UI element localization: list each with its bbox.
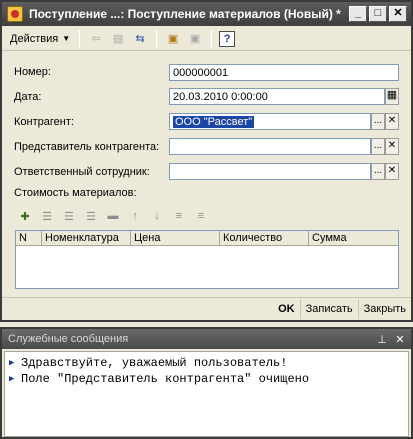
delete-row-icon[interactable]: ☰ <box>82 207 100 225</box>
calendar-icon[interactable] <box>385 88 399 105</box>
minimize-button[interactable]: _ <box>349 6 367 22</box>
toolbar-separator <box>156 29 158 48</box>
message-item[interactable]: ▶ Здравствуйте, уважаемый пользователь! <box>5 355 408 371</box>
responsible-clear-button[interactable]: ✕ <box>385 163 399 180</box>
toolbar-separator <box>211 29 213 48</box>
contractor-field[interactable]: ООО "Рассвет" <box>169 113 371 130</box>
table-toolbar: ✚ ☰ ☰ ☰ ▬ ↑ ↓ ≡ ≡ <box>16 206 214 226</box>
responsible-field[interactable] <box>169 163 371 180</box>
responsible-label: Ответственный сотрудник: <box>14 166 150 178</box>
move-down-icon[interactable]: ↓ <box>148 207 166 225</box>
message-text: Здравствуйте, уважаемый пользователь! <box>21 356 288 370</box>
number-field[interactable]: 000000001 <box>169 64 399 81</box>
move-up-icon[interactable]: ↑ <box>126 207 144 225</box>
materials-label: Стоимость материалов: <box>14 187 137 199</box>
doc-icon[interactable]: ▤ <box>109 30 127 48</box>
messages-list: ▶ Здравствуйте, уважаемый пользователь! … <box>4 351 409 437</box>
pin-icon[interactable]: ⊥ <box>375 333 389 346</box>
date-label: Дата: <box>14 91 42 103</box>
edit-row-icon[interactable]: ☰ <box>60 207 78 225</box>
add-row-icon[interactable]: ✚ <box>16 207 34 225</box>
actions-menu-button[interactable]: Действия ▼ <box>6 31 74 47</box>
contractor-rep-field[interactable] <box>169 138 371 155</box>
column-header[interactable]: Цена <box>131 231 220 245</box>
arrow-right-icon: ▶ <box>9 374 15 384</box>
chevron-down-icon: ▼ <box>62 34 71 43</box>
date-field[interactable]: 20.03.2010 0:00:00 <box>169 88 385 105</box>
document-window: Поступление ...: Поступление материалов … <box>0 0 413 322</box>
table-header: N Номенклатура Цена Количество Сумма <box>16 231 398 246</box>
close-icon[interactable]: ✕ <box>393 333 407 346</box>
close-window-button[interactable]: ✕ <box>389 6 407 22</box>
responsible-choose-button[interactable]: ... <box>371 163 385 180</box>
contractor-rep-choose-button[interactable]: ... <box>371 138 385 155</box>
post-icon[interactable]: ▣ <box>164 30 182 48</box>
column-header[interactable]: Количество <box>220 231 309 245</box>
messages-window: Служебные сообщения ⊥ ✕ ▶ Здравствуйте, … <box>0 327 413 439</box>
toolbar: Действия ▼ ⇦ ▤ ⇆ ▣ ▣ ? <box>2 27 411 51</box>
window-title: Поступление ...: Поступление материалов … <box>29 7 341 21</box>
end-edit-icon[interactable]: ▬ <box>104 207 122 225</box>
help-icon[interactable]: ? <box>219 30 236 47</box>
contractor-rep-clear-button[interactable]: ✕ <box>385 138 399 155</box>
close-button[interactable]: Закрыть <box>357 299 411 319</box>
messages-title: Служебные сообщения <box>8 333 129 345</box>
column-header[interactable]: Номенклатура <box>42 231 131 245</box>
contractor-choose-button[interactable]: ... <box>371 113 385 130</box>
ok-button[interactable]: OK <box>273 299 300 319</box>
column-header[interactable]: N <box>16 231 42 245</box>
sort-asc-icon[interactable]: ≡ <box>170 207 188 225</box>
title-bar[interactable]: Поступление ...: Поступление материалов … <box>2 2 411 26</box>
bottom-bar: OK Записать Закрыть <box>2 297 411 320</box>
actions-label: Действия <box>10 32 59 45</box>
materials-table[interactable]: N Номенклатура Цена Количество Сумма <box>15 230 399 289</box>
message-text: Поле "Представитель контрагента" очищено <box>21 372 310 386</box>
contractor-value: ООО "Рассвет" <box>173 116 255 128</box>
document-icon <box>7 6 23 22</box>
contractor-label: Контрагент: <box>14 116 74 128</box>
message-item[interactable]: ▶ Поле "Представитель контрагента" очище… <box>5 371 408 387</box>
back-icon[interactable]: ⇦ <box>87 30 105 48</box>
toolbar-separator <box>79 29 81 48</box>
swap-icon[interactable]: ⇆ <box>131 30 149 48</box>
arrow-right-icon: ▶ <box>9 358 15 368</box>
contractor-rep-label: Представитель контрагента: <box>14 141 160 153</box>
number-label: Номер: <box>14 66 51 78</box>
save-button[interactable]: Записать <box>299 299 358 319</box>
contractor-clear-button[interactable]: ✕ <box>385 113 399 130</box>
messages-title-bar: Служебные сообщения ⊥ ✕ <box>2 329 411 349</box>
copy-row-icon[interactable]: ☰ <box>38 207 56 225</box>
sort-desc-icon[interactable]: ≡ <box>192 207 210 225</box>
unpost-icon[interactable]: ▣ <box>186 30 204 48</box>
column-header[interactable]: Сумма <box>309 231 398 245</box>
maximize-button[interactable]: □ <box>369 6 387 22</box>
